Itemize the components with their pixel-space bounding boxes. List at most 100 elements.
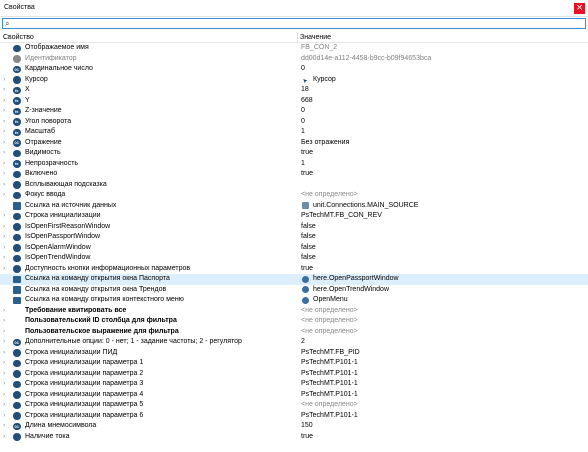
expand-chevron-icon[interactable]: › xyxy=(3,159,9,170)
property-value[interactable]: OpenMenu xyxy=(313,295,348,306)
property-row[interactable]: › Строка инициализации ПИД PsTechMT.FB_PID xyxy=(0,348,588,359)
property-row[interactable]: Ссылка на команду открытия контекстного … xyxy=(0,295,588,306)
property-row[interactable]: › 01 Отражение Без отражения xyxy=(0,138,588,149)
property-value[interactable]: PsTechMT.FB_PID xyxy=(301,348,360,359)
expand-chevron-icon[interactable]: › xyxy=(3,85,9,96)
property-row[interactable]: Ссылка на источник данных unit.Connection… xyxy=(0,201,588,212)
expand-chevron-icon[interactable]: › xyxy=(3,190,9,201)
expand-chevron-icon[interactable]: › xyxy=(3,222,9,233)
expand-chevron-icon[interactable]: › xyxy=(3,379,9,390)
property-value[interactable]: PsTechMT.FB_CON_REV xyxy=(301,211,382,222)
search-input[interactable] xyxy=(15,19,575,28)
property-row[interactable]: › Включено true xyxy=(0,169,588,180)
search-box[interactable]: ⌕ xyxy=(2,18,586,29)
expand-chevron-icon[interactable]: › xyxy=(3,169,9,180)
property-row[interactable]: › IsOpenTrendWindow false xyxy=(0,253,588,264)
expand-chevron-icon[interactable]: › xyxy=(3,411,9,422)
expand-chevron-icon[interactable]: › xyxy=(3,106,9,117)
expand-chevron-icon[interactable]: › xyxy=(3,148,9,159)
property-row[interactable]: › Строка инициализации параметра 5 <не опр… xyxy=(0,400,588,411)
property-row[interactable]: › 01 Дополнительные опции: 0 - нет; 1 - за… xyxy=(0,337,588,348)
property-value[interactable]: 668 xyxy=(301,96,313,107)
expand-chevron-icon[interactable]: › xyxy=(3,358,9,369)
expand-chevron-icon[interactable]: › xyxy=(3,243,9,254)
property-row[interactable]: Идентификатор dd00d14e-a112-4458-b9cc-b09… xyxy=(0,54,588,65)
property-row[interactable]: › Доступность кнопки информационных парам… xyxy=(0,264,588,275)
property-row[interactable]: Ссылка на команду открытия окна Паспорта… xyxy=(0,274,588,285)
expand-chevron-icon[interactable]: › xyxy=(3,327,9,338)
property-row[interactable]: Ссылка на команду открытия окна Трендов h… xyxy=(0,285,588,296)
property-row[interactable]: › IsOpenAlarmWindow false xyxy=(0,243,588,254)
property-value[interactable]: <не определено> xyxy=(301,306,358,317)
property-row[interactable]: › Видимость true xyxy=(0,148,588,159)
property-row[interactable]: 01 Кардинальное число 0 xyxy=(0,64,588,75)
property-value[interactable]: <не определено> xyxy=(301,400,358,411)
property-value[interactable]: 2 xyxy=(301,337,305,348)
expand-chevron-icon[interactable]: › xyxy=(3,253,9,264)
property-row[interactable]: › IsOpenPassportWindow false xyxy=(0,232,588,243)
property-value[interactable]: FB_CON_2 xyxy=(301,43,337,54)
property-value[interactable]: <не определено> xyxy=(301,327,358,338)
property-row[interactable]: › fx Y 668 xyxy=(0,96,588,107)
property-row[interactable]: › 01 Длина мнемосимвола 150 xyxy=(0,421,588,432)
expand-chevron-icon[interactable]: › xyxy=(3,421,9,432)
expand-chevron-icon[interactable]: › xyxy=(3,117,9,128)
expand-chevron-icon[interactable]: › xyxy=(3,264,9,275)
property-row[interactable]: › fx Угол поворота 0 xyxy=(0,117,588,128)
expand-chevron-icon[interactable]: › xyxy=(3,138,9,149)
property-value[interactable]: 1 xyxy=(301,127,305,138)
property-value[interactable]: Курсор xyxy=(313,75,336,86)
property-value[interactable]: 0 xyxy=(301,117,305,128)
property-value[interactable]: true xyxy=(301,264,313,275)
property-value[interactable]: here.OpenTrendWindow xyxy=(313,285,389,296)
property-row[interactable]: › Строка инициализации параметра 3 PsTechM… xyxy=(0,379,588,390)
expand-chevron-icon[interactable]: › xyxy=(3,390,9,401)
property-row[interactable]: › fx X 18 xyxy=(0,85,588,96)
property-value[interactable]: false xyxy=(301,253,316,264)
property-row[interactable]: › fx Z-значение 0 xyxy=(0,106,588,117)
expand-chevron-icon[interactable]: › xyxy=(3,211,9,222)
column-divider[interactable] xyxy=(297,33,298,43)
property-value[interactable]: 18 xyxy=(301,85,309,96)
property-value[interactable]: true xyxy=(301,169,313,180)
expand-chevron-icon[interactable]: › xyxy=(3,400,9,411)
property-row[interactable]: › Строка инициализации параметра 4 PsTechM… xyxy=(0,390,588,401)
column-header-property[interactable]: Свойство xyxy=(3,34,34,41)
property-value[interactable]: <не определено> xyxy=(301,190,358,201)
property-value[interactable]: PsTechMT.P101-1 xyxy=(301,411,358,422)
property-row[interactable]: › IsOpenFirstReasonWindow false xyxy=(0,222,588,233)
property-row[interactable]: › Требование квитировать все <не определен… xyxy=(0,306,588,317)
property-value[interactable]: unit.Connections.MAIN_SOURCE xyxy=(313,201,418,212)
property-row[interactable]: › Всплывающая подсказка xyxy=(0,180,588,191)
property-value[interactable]: <не определено> xyxy=(301,316,358,327)
property-value[interactable]: PsTechMT.P101-1 xyxy=(301,379,358,390)
property-row[interactable]: › Фокус ввода <не определено> xyxy=(0,190,588,201)
property-row[interactable]: Отображаемое имя FB_CON_2 xyxy=(0,43,588,54)
column-header-value[interactable]: Значение xyxy=(300,34,331,41)
expand-chevron-icon[interactable]: › xyxy=(3,306,9,317)
property-value[interactable]: 150 xyxy=(301,421,313,432)
property-row[interactable]: › Строка инициализации PsTechMT.FB_CON_REV xyxy=(0,211,588,222)
property-value[interactable]: PsTechMT.P101-1 xyxy=(301,390,358,401)
expand-chevron-icon[interactable]: › xyxy=(3,337,9,348)
property-row[interactable]: › Пользовательское выражение для фильтра <… xyxy=(0,327,588,338)
property-value[interactable]: true xyxy=(301,432,313,443)
property-row[interactable]: › fx Непрозрачность 1 xyxy=(0,159,588,170)
expand-chevron-icon[interactable]: › xyxy=(3,369,9,380)
property-value[interactable]: 0 xyxy=(301,64,305,75)
property-value[interactable]: here.OpenPassportWindow xyxy=(313,274,399,285)
property-value[interactable]: dd00d14e-a112-4458-b9cc-b09f94653bca xyxy=(301,54,431,65)
expand-chevron-icon[interactable]: › xyxy=(3,232,9,243)
property-value[interactable]: false xyxy=(301,222,316,233)
expand-chevron-icon[interactable]: › xyxy=(3,127,9,138)
property-value[interactable]: false xyxy=(301,243,316,254)
expand-chevron-icon[interactable]: › xyxy=(3,348,9,359)
property-value[interactable]: 1 xyxy=(301,159,305,170)
property-value[interactable]: PsTechMT.P101-1 xyxy=(301,358,358,369)
property-row[interactable]: › Строка инициализации параметра 2 PsTechM… xyxy=(0,369,588,380)
property-value[interactable]: true xyxy=(301,148,313,159)
expand-chevron-icon[interactable]: › xyxy=(3,96,9,107)
property-row[interactable]: › Пользовательский ID столбца для фильтра… xyxy=(0,316,588,327)
property-value[interactable]: Без отражения xyxy=(301,138,349,149)
expand-chevron-icon[interactable]: › xyxy=(3,316,9,327)
